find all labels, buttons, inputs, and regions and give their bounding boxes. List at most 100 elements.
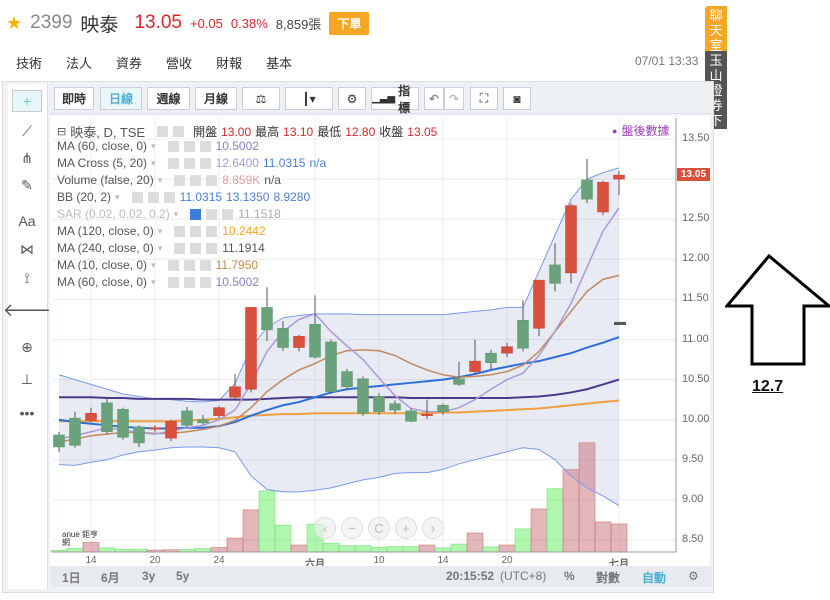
study-value: 8.859K <box>222 173 261 187</box>
volume-bar <box>530 508 548 553</box>
remove-icon[interactable] <box>206 174 218 186</box>
visibility-icon[interactable] <box>157 126 169 137</box>
visibility-icon[interactable] <box>174 225 186 237</box>
percent-scale-button[interactable]: % <box>564 569 575 583</box>
after-hours-data-link[interactable]: ● 盤後數據 <box>612 122 669 139</box>
remove-icon[interactable] <box>206 242 218 254</box>
candle-body <box>437 405 449 412</box>
remove-icon[interactable] <box>199 140 211 152</box>
candle-body <box>421 413 433 416</box>
study-value: 10.5002 <box>215 139 259 153</box>
candle-body <box>597 182 609 213</box>
clock: 20:15:52 <box>446 569 495 583</box>
scroll-left-button[interactable]: ‹ <box>314 517 336 539</box>
dot-icon: ● <box>612 125 618 136</box>
visibility-icon[interactable] <box>167 276 179 288</box>
candle-body <box>501 346 513 354</box>
remove-icon[interactable] <box>163 191 175 203</box>
study-legend-row: MA (60, close, 0) ▾ 10.5002 <box>57 139 259 153</box>
up-arrow-annotation <box>725 254 830 366</box>
zoom-in-button[interactable]: + <box>395 517 417 539</box>
dropdown-arrow-icon[interactable]: ▾ <box>115 192 120 203</box>
dropdown-arrow-icon[interactable]: ▾ <box>158 175 163 186</box>
visibility-icon[interactable] <box>131 191 143 203</box>
low-label: 最低 <box>317 125 342 139</box>
scroll-right-button[interactable]: › <box>422 517 444 539</box>
remove-icon[interactable] <box>199 276 211 288</box>
timezone: (UTC+8) <box>500 569 547 583</box>
settings-gear-icon[interactable]: ⚙ <box>688 569 699 583</box>
settings-icon[interactable] <box>147 191 159 203</box>
after-hours-label: 盤後數據 <box>621 124 670 138</box>
high-label: 最高 <box>255 125 280 139</box>
volume-bar <box>258 490 276 553</box>
dropdown-arrow-icon[interactable]: ▾ <box>158 226 163 237</box>
candle-body <box>517 320 529 349</box>
candle-body <box>293 336 305 348</box>
settings-icon[interactable] <box>190 225 202 237</box>
dropdown-arrow-icon[interactable]: ▾ <box>151 158 156 169</box>
dropdown-arrow-icon[interactable]: ▾ <box>158 243 163 254</box>
volume-bar <box>242 509 260 553</box>
high-value: 13.10 <box>283 124 314 139</box>
candle-body <box>245 307 257 390</box>
price-tick-label: 12.50 <box>682 212 710 225</box>
settings-icon[interactable] <box>173 126 185 137</box>
candle-body <box>453 378 465 385</box>
anue-logo: anue 鉅亨網 <box>62 530 99 547</box>
visibility-icon[interactable] <box>167 157 179 169</box>
volume-bar <box>354 545 372 553</box>
visibility-icon[interactable] <box>174 242 186 254</box>
volume-bar <box>546 488 564 553</box>
study-name: MA (60, close, 0) <box>57 139 148 153</box>
volume-bar <box>338 545 356 553</box>
range-1d[interactable]: 1日 <box>62 569 81 586</box>
visibility-icon[interactable] <box>167 140 179 152</box>
log-scale-button[interactable]: 對數 <box>596 569 620 586</box>
dropdown-arrow-icon[interactable]: ▾ <box>151 277 156 288</box>
price-tick-label: 9.50 <box>682 452 704 465</box>
dropdown-arrow-icon[interactable]: ▾ <box>151 141 156 152</box>
candle-body <box>325 341 337 392</box>
volume-bar <box>450 543 468 553</box>
settings-icon[interactable] <box>190 174 202 186</box>
auto-scale-button[interactable]: 自動 <box>642 569 666 586</box>
candle-body <box>549 264 561 284</box>
candle-body <box>69 417 81 446</box>
range-3y[interactable]: 3y <box>142 569 155 583</box>
study-value: 11.7950 <box>215 258 259 272</box>
study-value: 11.0315 <box>179 190 223 204</box>
remove-icon[interactable] <box>206 225 218 237</box>
candle-body <box>197 419 209 424</box>
volume-bar <box>402 546 420 553</box>
remove-icon[interactable] <box>199 259 211 271</box>
reset-button[interactable]: C <box>368 517 390 539</box>
zoom-out-button[interactable]: − <box>341 517 363 539</box>
visibility-icon[interactable] <box>167 259 179 271</box>
range-5y[interactable]: 5y <box>176 569 189 583</box>
visibility-icon[interactable] <box>174 174 186 186</box>
settings-icon[interactable] <box>183 140 195 152</box>
volume-bar <box>98 547 116 553</box>
remove-icon[interactable] <box>199 157 211 169</box>
close-label: 收盤 <box>379 125 404 139</box>
visibility-icon[interactable] <box>190 208 202 220</box>
candle-body <box>53 434 65 448</box>
study-legend-row: MA (10, close, 0) ▾ 11.7950 <box>57 258 258 272</box>
study-value: 12.6400 <box>215 156 259 170</box>
remove-icon[interactable] <box>222 208 234 220</box>
dropdown-arrow-icon[interactable]: ▾ <box>151 260 156 271</box>
dropdown-arrow-icon[interactable]: ▾ <box>174 209 179 220</box>
study-legend-row: MA Cross (5, 20) ▾ 12.6400 11.0315 n/a <box>57 156 326 170</box>
settings-icon[interactable] <box>183 157 195 169</box>
settings-icon[interactable] <box>190 242 202 254</box>
settings-icon[interactable] <box>206 208 218 220</box>
collapse-icon[interactable]: ⊟ <box>57 125 66 138</box>
candle-body <box>389 403 401 411</box>
volume-bar <box>578 442 596 553</box>
settings-icon[interactable] <box>183 259 195 271</box>
range-6m[interactable]: 6月 <box>101 569 120 586</box>
date-tick-label: 14 <box>85 555 97 566</box>
date-tick-label: 20 <box>149 555 161 566</box>
settings-icon[interactable] <box>183 276 195 288</box>
